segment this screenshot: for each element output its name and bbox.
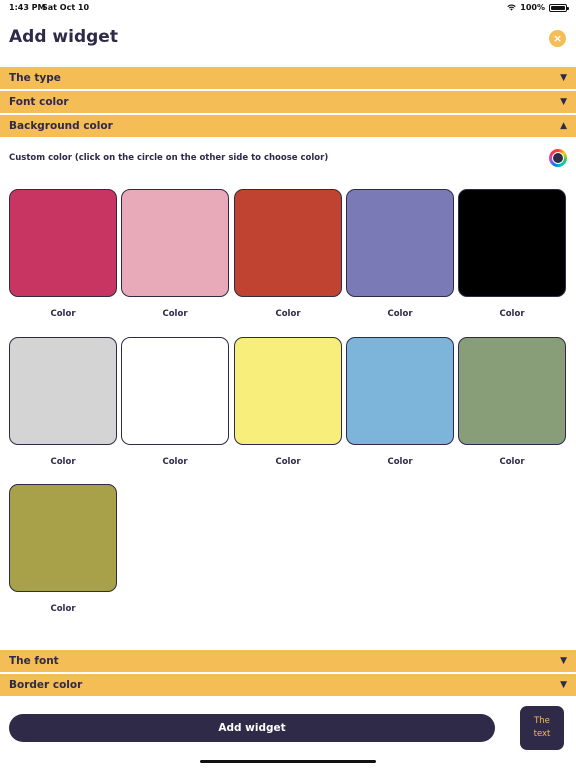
widget-preview-text: The text (534, 715, 551, 741)
color-swatch-label: Color (275, 309, 301, 319)
color-swatch[interactable] (9, 337, 117, 445)
chevron-down-icon: ▼ (560, 656, 567, 666)
color-swatch-label: Color (50, 457, 76, 467)
close-icon: × (552, 32, 563, 45)
color-swatch[interactable] (121, 337, 229, 445)
close-button[interactable]: × (549, 30, 566, 47)
section-font-label: The font (9, 655, 59, 667)
section-background-color-label: Background color (9, 120, 113, 132)
widget-preview-line1: The (534, 716, 550, 727)
chevron-down-icon: ▼ (560, 73, 567, 83)
add-widget-button[interactable]: Add widget (9, 714, 495, 742)
color-swatch[interactable] (458, 337, 566, 445)
battery-icon (549, 3, 569, 12)
color-picker-current (552, 152, 564, 164)
color-swatch[interactable] (458, 189, 566, 297)
status-bar: 1:43 PM Sat Oct 10 100% (0, 0, 576, 16)
color-swatch-label: Color (162, 457, 188, 467)
color-swatch-label: Color (499, 457, 525, 467)
section-type-label: The type (9, 72, 61, 84)
section-font-color[interactable]: Font color ▼ (0, 91, 576, 113)
chevron-down-icon: ▼ (560, 97, 567, 107)
color-swatch[interactable] (346, 337, 454, 445)
section-font[interactable]: The font ▼ (0, 650, 576, 672)
home-indicator (200, 760, 376, 763)
color-swatch[interactable] (234, 337, 342, 445)
status-right: 100% (507, 3, 569, 12)
section-border-color[interactable]: Border color ▼ (0, 674, 576, 696)
section-type[interactable]: The type ▼ (0, 67, 576, 89)
section-background-color[interactable]: Background color ▲ (0, 115, 576, 137)
color-swatch-label: Color (162, 309, 188, 319)
battery-tip (567, 6, 569, 10)
custom-color-label: Custom color (click on the circle on the… (9, 153, 329, 163)
section-border-color-label: Border color (9, 679, 83, 691)
battery-percent: 100% (520, 3, 545, 12)
color-swatch-label: Color (50, 604, 76, 614)
battery-fill (551, 5, 565, 10)
color-swatch-label: Color (50, 309, 76, 319)
chevron-up-icon: ▲ (560, 121, 567, 131)
color-swatch-label: Color (275, 457, 301, 467)
status-date: Sat Oct 10 (42, 3, 90, 12)
color-swatch-label: Color (499, 309, 525, 319)
color-swatch[interactable] (234, 189, 342, 297)
color-swatch-label: Color (387, 309, 413, 319)
custom-color-row: Custom color (click on the circle on the… (9, 149, 567, 167)
color-swatch[interactable] (9, 484, 117, 592)
color-swatch[interactable] (121, 189, 229, 297)
section-font-color-label: Font color (9, 96, 69, 108)
widget-preview-line2: text (533, 729, 551, 739)
wifi-icon (507, 4, 516, 11)
widget-preview-tile[interactable]: The text (520, 706, 564, 750)
color-swatch[interactable] (9, 189, 117, 297)
chevron-down-icon: ▼ (560, 680, 567, 690)
color-picker-circle[interactable] (549, 149, 567, 167)
color-swatch[interactable] (346, 189, 454, 297)
color-swatch-label: Color (387, 457, 413, 467)
status-time: 1:43 PM (9, 3, 46, 12)
page-title: Add widget (9, 27, 118, 47)
